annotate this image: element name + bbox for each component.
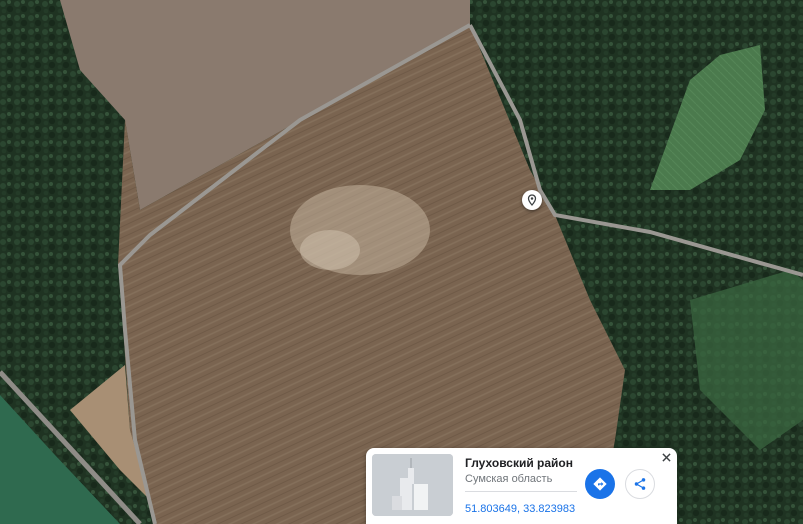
directions-button[interactable] [585, 469, 615, 499]
map-pin-icon [527, 194, 537, 206]
place-subtitle: Сумская область [465, 473, 553, 485]
building-thumbnail-icon [372, 454, 453, 516]
place-title: Глуховский район [465, 456, 573, 470]
close-button[interactable] [659, 450, 673, 464]
directions-icon [593, 477, 607, 491]
place-info-card: Глуховский район Сумская область 51.8036… [366, 448, 677, 524]
share-icon [634, 478, 646, 490]
card-divider [465, 491, 577, 492]
coordinates-link[interactable]: 51.803649, 33.823983 [465, 503, 575, 515]
close-icon [661, 452, 671, 462]
place-thumbnail[interactable] [372, 454, 453, 516]
satellite-map[interactable] [0, 0, 803, 524]
location-marker[interactable] [522, 190, 542, 210]
share-button[interactable] [625, 469, 655, 499]
